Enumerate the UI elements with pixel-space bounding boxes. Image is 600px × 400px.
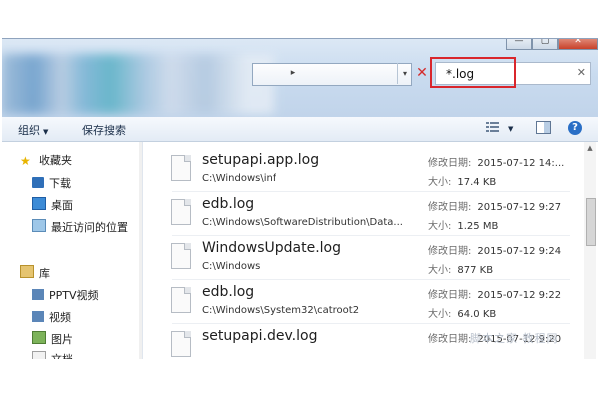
- command-bar: 组织 ▼ 保存搜索 ▼ ?: [2, 117, 598, 142]
- modified-meta: 修改日期: 2015-07-12 9:22: [428, 286, 561, 301]
- modified-label: 修改日期:: [428, 202, 472, 213]
- pictures-icon: [32, 331, 46, 344]
- scroll-thumb[interactable]: [586, 198, 596, 246]
- modified-meta: 修改日期: 2015-07-12 14:...: [428, 154, 564, 169]
- modified-label: 修改日期:: [428, 246, 472, 257]
- list-scrollbar[interactable]: ▲: [584, 142, 596, 359]
- file-path: C:\Windows: [202, 261, 261, 272]
- nav-documents[interactable]: 文档: [32, 351, 73, 359]
- help-icon[interactable]: ?: [568, 121, 582, 135]
- size-value: 17.4 KB: [457, 177, 497, 188]
- modified-label: 修改日期:: [428, 158, 472, 169]
- organize-button[interactable]: 组织 ▼: [18, 122, 48, 138]
- modified-value: 2015-07-12 9:22: [477, 290, 562, 301]
- address-dropdown-icon[interactable]: ▾: [397, 63, 412, 84]
- modified-value: 2015-07-12 9:24: [477, 246, 562, 257]
- log-file-icon: [171, 331, 191, 357]
- nav-videos[interactable]: 视频: [32, 309, 71, 325]
- modified-meta: 修改日期: 2015-07-12 9:24: [428, 242, 561, 257]
- desktop-icon: [32, 197, 46, 210]
- navigation-pane: ★ 收藏夹 下载 桌面 最近访问的位置 库 PPTV视频 视频 图片 文档: [2, 142, 143, 359]
- video-library-icon: [32, 289, 44, 300]
- size-meta: 大小: 1.25 MB: [428, 217, 498, 232]
- log-file-icon: [171, 155, 191, 181]
- file-name: setupapi.dev.log: [202, 328, 318, 344]
- list-item[interactable]: edb.log C:\Windows\SoftwareDistribution\…: [152, 192, 570, 236]
- view-options-icon[interactable]: [486, 121, 500, 136]
- list-item[interactable]: WindowsUpdate.log C:\Windows 修改日期: 2015-0…: [152, 236, 570, 280]
- list-item[interactable]: setupapi.app.log C:\Windows\inf 修改日期: 201…: [152, 148, 570, 192]
- nav-recent-places[interactable]: 最近访问的位置: [32, 219, 128, 235]
- log-file-icon: [171, 287, 191, 313]
- nav-documents-label: 文档: [51, 353, 73, 359]
- modified-meta: 修改日期: 2015-07-12 9:27: [428, 198, 561, 213]
- size-label: 大小:: [428, 265, 452, 276]
- nav-libraries[interactable]: 库: [20, 265, 50, 281]
- minimize-button[interactable]: —: [506, 39, 532, 50]
- nav-libraries-label: 库: [39, 267, 50, 280]
- size-label: 大小:: [428, 309, 452, 320]
- list-item[interactable]: edb.log C:\Windows\System32\catroot2 修改日…: [152, 280, 570, 324]
- size-value: 64.0 KB: [457, 309, 497, 320]
- nav-desktop-label: 桌面: [51, 199, 73, 212]
- documents-icon: [32, 351, 46, 359]
- file-path: C:\Windows\System32\catroot2: [202, 305, 360, 316]
- size-label: 大小:: [428, 221, 452, 232]
- clear-search-icon[interactable]: ✕: [577, 66, 586, 79]
- recent-places-icon: [32, 219, 46, 232]
- watermark: 脚本之家 教程网: [470, 332, 559, 345]
- nav-videos-label: 视频: [49, 311, 71, 324]
- nav-downloads-label: 下载: [49, 177, 71, 190]
- modified-value: 2015-07-12 9:27: [477, 202, 562, 213]
- nav-pictures[interactable]: 图片: [32, 331, 73, 347]
- window-controls: — ▢ ✕: [506, 39, 598, 50]
- downloads-folder-icon: [32, 177, 44, 188]
- star-icon: ★: [20, 154, 31, 168]
- address-bar[interactable]: [252, 63, 412, 86]
- file-path: C:\Windows\SoftwareDistribution\Data...: [202, 217, 403, 228]
- file-name: edb.log: [202, 196, 255, 212]
- log-file-icon: [171, 199, 191, 225]
- search-results-list: setupapi.app.log C:\Windows\inf 修改日期: 201…: [152, 142, 582, 359]
- size-value: 1.25 MB: [457, 221, 499, 232]
- nav-recent-label: 最近访问的位置: [51, 221, 128, 234]
- view-dropdown-icon[interactable]: ▼: [508, 125, 513, 133]
- nav-favorites[interactable]: ★ 收藏夹: [20, 152, 72, 168]
- search-highlight-box: [430, 57, 516, 88]
- maximize-button[interactable]: ▢: [532, 39, 558, 50]
- size-meta: 大小: 877 KB: [428, 261, 493, 276]
- stop-search-button[interactable]: ✕: [413, 63, 431, 84]
- nav-pptv-label: PPTV视频: [49, 289, 99, 302]
- nav-favorites-label: 收藏夹: [39, 154, 72, 167]
- library-icon: [20, 265, 34, 278]
- scroll-up-icon[interactable]: ▲: [585, 144, 595, 152]
- nav-pptv-videos[interactable]: PPTV视频: [32, 287, 99, 303]
- close-button[interactable]: ✕: [558, 39, 598, 50]
- size-meta: 大小: 64.0 KB: [428, 305, 496, 320]
- size-meta: 大小: 17.4 KB: [428, 173, 496, 188]
- save-search-button[interactable]: 保存搜索: [82, 122, 126, 138]
- log-file-icon: [171, 243, 191, 269]
- modified-value: 2015-07-12 14:...: [477, 158, 565, 169]
- video-library-icon: [32, 311, 44, 322]
- nav-scrollbar[interactable]: [139, 142, 142, 359]
- blurred-region: [2, 54, 274, 114]
- chevron-down-icon: ▼: [43, 128, 49, 136]
- size-label: 大小:: [428, 177, 452, 188]
- size-value: 877 KB: [457, 265, 494, 276]
- modified-label: 修改日期:: [428, 290, 472, 301]
- file-name: edb.log: [202, 284, 255, 300]
- title-address-band: — ▢ ✕ ▸ ▾ ✕ ✕: [2, 39, 598, 117]
- nav-pictures-label: 图片: [51, 333, 73, 346]
- breadcrumb-chevron-icon[interactable]: ▸: [285, 65, 301, 81]
- preview-pane-icon[interactable]: [536, 121, 551, 137]
- file-path: C:\Windows\inf: [202, 173, 277, 184]
- file-name: setupapi.app.log: [202, 152, 320, 168]
- explorer-window: — ▢ ✕ ▸ ▾ ✕ ✕ 组织▼ 保存搜索 ▼ ? ★收藏夹 下载: [2, 38, 598, 359]
- file-name: WindowsUpdate.log: [202, 240, 341, 256]
- modified-label: 修改日期:: [428, 334, 472, 345]
- organize-label: 组织: [18, 124, 40, 137]
- nav-desktop[interactable]: 桌面: [32, 197, 73, 213]
- nav-downloads[interactable]: 下载: [32, 175, 71, 191]
